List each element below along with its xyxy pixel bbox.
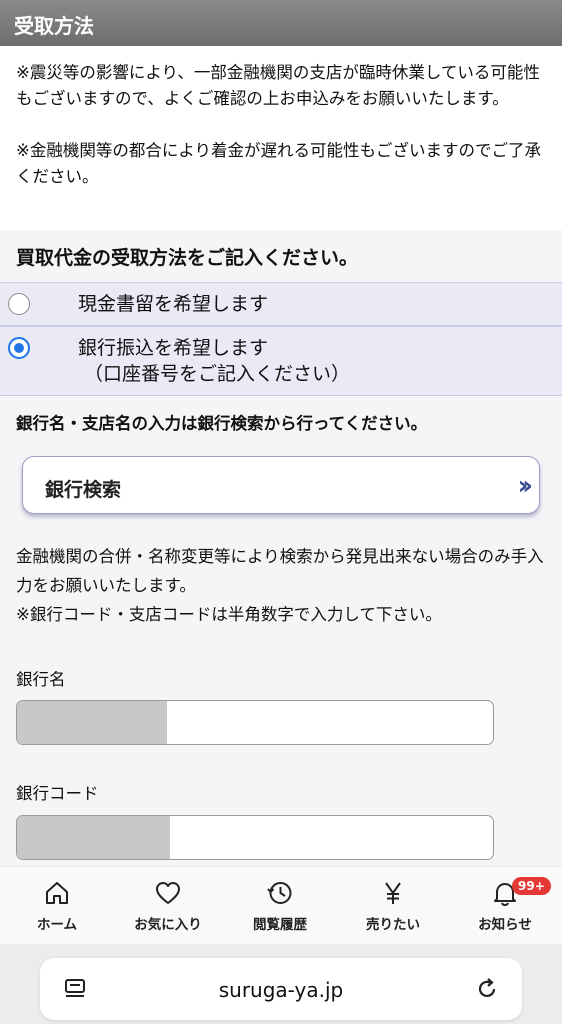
history-icon	[225, 879, 335, 909]
tab-home[interactable]: ホーム	[2, 879, 112, 933]
notice-text-2: ※金融機関等の都合により着金が遅れる可能性もございますのでご了承ください。	[16, 141, 541, 186]
option-label-sub: （口座番号をご記入ください）	[84, 363, 351, 385]
radio-unselected[interactable]	[8, 293, 30, 315]
url-text: suruga-ya.jp	[218, 978, 344, 1002]
tab-notifications[interactable]: 99+ お知らせ	[450, 877, 560, 933]
address-bar[interactable]: suruga-ya.jp	[40, 958, 522, 1020]
option-cash-registered[interactable]: 現金書留を希望します	[0, 282, 562, 326]
tab-history[interactable]: 閲覧履歴	[225, 879, 335, 933]
notice-text-1: ※震災等の影響により、一部金融機関の支店が臨時休業している可能性もございますので…	[16, 63, 540, 108]
heart-icon	[113, 879, 223, 909]
tab-label: ホーム	[36, 917, 78, 933]
reload-icon[interactable]	[474, 976, 500, 1006]
tab-label: 売りたい	[366, 917, 420, 933]
tab-sell[interactable]: 売りたい	[338, 879, 448, 933]
bank-note-2: ※銀行コード・支店コードは半角数字で入力して下さい。	[16, 605, 442, 624]
notification-badge: 99+	[512, 877, 551, 895]
bank-name-label: 銀行名	[16, 670, 66, 689]
redacted-value	[17, 701, 167, 744]
radio-selected[interactable]	[8, 337, 30, 359]
home-icon	[2, 879, 112, 909]
bank-instruction: 銀行名・支店名の入力は銀行検索から行ってください。	[16, 414, 428, 433]
bank-code-field[interactable]	[16, 815, 494, 860]
bank-search-label: 銀行検索	[45, 479, 122, 501]
bottom-tab-bar: ホーム お気に入り 閲覧履歴 売りたい 99+ お知らせ	[0, 866, 562, 944]
tab-label: 閲覧履歴	[253, 917, 307, 933]
section-title: 受取方法	[14, 14, 94, 38]
notice-box: ※震災等の影響により、一部金融機関の支店が臨時休業している可能性もございますので…	[0, 46, 562, 230]
bank-code-label: 銀行コード	[16, 784, 99, 803]
redacted-value	[17, 816, 170, 859]
yen-icon	[338, 879, 448, 909]
double-chevron-right-icon: ››	[517, 471, 534, 501]
payout-question: 買取代金の受取方法をご記入ください。	[0, 230, 562, 282]
tab-favorites[interactable]: お気に入り	[113, 879, 223, 933]
option-label-main: 銀行振込を希望します	[78, 337, 269, 359]
tab-label: お知らせ	[478, 917, 532, 933]
bank-note: 金融機関の合併・名称変更等により検索から発見出来ない場合のみ手入力をお願いいたし…	[16, 542, 546, 629]
bank-name-field[interactable]	[16, 700, 494, 745]
browser-toolbar: suruga-ya.jp	[0, 944, 562, 1024]
option-label: 現金書留を希望します	[78, 293, 269, 315]
page: 受取方法 ※震災等の影響により、一部金融機関の支店が臨時休業している可能性もござ…	[0, 0, 562, 1024]
bank-note-1: 金融機関の合併・名称変更等により検索から発見出来ない場合のみ手入力をお願いいたし…	[16, 547, 544, 595]
option-label: 銀行振込を希望します （口座番号をご記入ください）	[78, 335, 350, 387]
bank-search-button[interactable]: 銀行検索 ››	[22, 456, 540, 514]
section-header: 受取方法	[0, 0, 562, 46]
tab-label: お気に入り	[134, 917, 202, 933]
option-bank-transfer[interactable]: 銀行振込を希望します （口座番号をご記入ください）	[0, 326, 562, 396]
